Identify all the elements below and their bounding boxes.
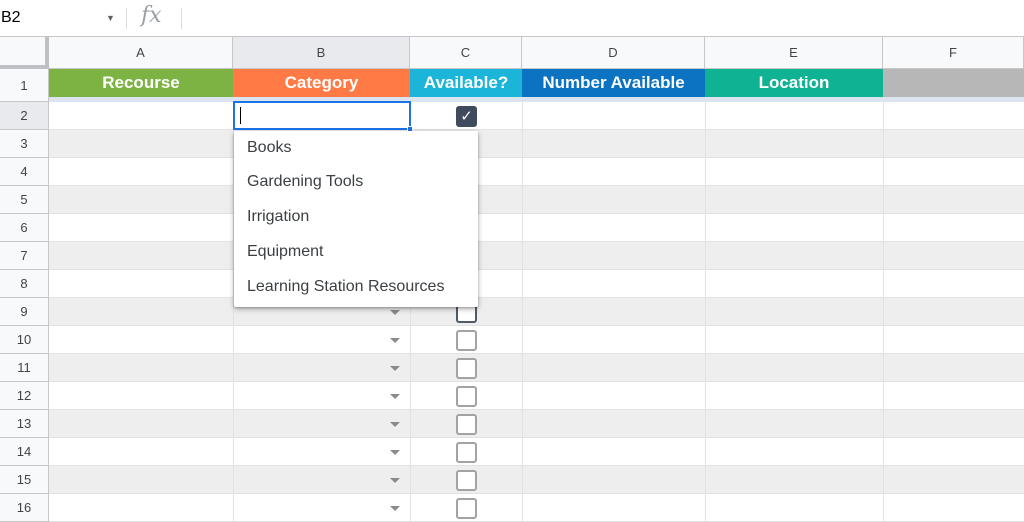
available-checkbox-row-13[interactable] [456,414,477,435]
dropdown-option-irrigation[interactable]: Irrigation [234,200,478,234]
column-header-a[interactable]: A [49,37,233,69]
row-header-1[interactable]: 1 [0,69,49,102]
row-header-2[interactable]: 2 [0,102,49,130]
column-header-d[interactable]: D [522,37,705,69]
table-row[interactable] [49,214,1024,242]
row-header-15[interactable]: 15 [0,466,49,494]
triangle-down-icon[interactable] [390,366,400,371]
column-header-c[interactable]: C [410,37,522,69]
row-header-16[interactable]: 16 [0,494,49,522]
table-row[interactable] [49,466,1024,494]
table-row[interactable] [49,438,1024,466]
formula-bar: B2 ▼ fx [0,0,1024,37]
active-cell-b2[interactable] [233,101,411,130]
row-header-12[interactable]: 12 [0,382,49,410]
check-icon: ✓ [460,108,473,125]
table-row[interactable] [49,326,1024,354]
triangle-down-icon[interactable] [390,338,400,343]
dropdown-option-learning-station-resources[interactable]: Learning Station Resources [234,270,478,304]
table-row[interactable] [49,186,1024,214]
table-row[interactable] [49,382,1024,410]
header-cell-location[interactable]: Location [705,69,883,97]
dropdown-option-equipment[interactable]: Equipment [234,235,478,269]
triangle-down-icon[interactable] [390,394,400,399]
triangle-down-icon[interactable] [390,478,400,483]
table-row[interactable] [49,410,1024,438]
dropdown-option-gardening-tools[interactable]: Gardening Tools [234,165,478,199]
header-cell-recourse[interactable]: Recourse [49,69,233,97]
column-header-e[interactable]: E [705,37,883,69]
triangle-down-icon[interactable] [390,310,400,315]
name-box-value: B2 [1,9,21,26]
dropdown-option-books[interactable]: Books [234,131,478,165]
table-row[interactable] [49,130,1024,158]
grid-line [705,102,706,522]
name-box[interactable]: B2 ▼ [0,4,122,32]
row-header-8[interactable]: 8 [0,270,49,298]
header-cell-category[interactable]: Category [233,69,410,97]
formula-input[interactable] [190,6,1010,30]
row-header-4[interactable]: 4 [0,158,49,186]
available-checkbox-row-12[interactable] [456,386,477,407]
text-caret [240,107,241,124]
table-row[interactable] [49,102,1024,130]
header-cell-number-available[interactable]: Number Available [522,69,705,97]
row-header-5[interactable]: 5 [0,186,49,214]
caret-down-icon[interactable]: ▼ [106,13,115,23]
table-row[interactable] [49,354,1024,382]
grid-line [522,102,523,522]
row-header-10[interactable]: 10 [0,326,49,354]
row-header-6[interactable]: 6 [0,214,49,242]
available-checkbox-row-15[interactable] [456,470,477,491]
available-checkbox-row-16[interactable] [456,498,477,519]
triangle-down-icon[interactable] [390,450,400,455]
triangle-down-icon[interactable] [390,422,400,427]
divider [126,8,127,29]
table-row[interactable] [49,270,1024,298]
row-header-3[interactable]: 3 [0,130,49,158]
row-header-7[interactable]: 7 [0,242,49,270]
table-row[interactable] [49,298,1024,326]
column-header-b[interactable]: B [233,37,410,69]
available-checkbox-row-14[interactable] [456,442,477,463]
available-checkbox-row-11[interactable] [456,358,477,379]
available-checkbox-row-2[interactable]: ✓ [456,106,477,127]
row-header-9[interactable]: 9 [0,298,49,326]
table-row[interactable] [49,158,1024,186]
header-cell-available[interactable]: Available? [410,69,522,97]
cell-editor[interactable] [238,106,406,125]
row-header-13[interactable]: 13 [0,410,49,438]
table-row[interactable] [49,494,1024,522]
triangle-down-icon[interactable] [390,506,400,511]
header-cell-f[interactable] [883,69,1024,97]
grid-line [883,102,884,522]
category-dropdown-menu: Books Gardening Tools Irrigation Equipme… [234,131,478,307]
function-icon: fx [141,3,162,28]
available-checkbox-row-10[interactable] [456,330,477,351]
row-header-14[interactable]: 14 [0,438,49,466]
select-all-corner[interactable] [0,37,49,69]
row-header-11[interactable]: 11 [0,354,49,382]
column-header-f[interactable]: F [883,37,1024,69]
table-row[interactable] [49,242,1024,270]
divider [181,8,182,29]
